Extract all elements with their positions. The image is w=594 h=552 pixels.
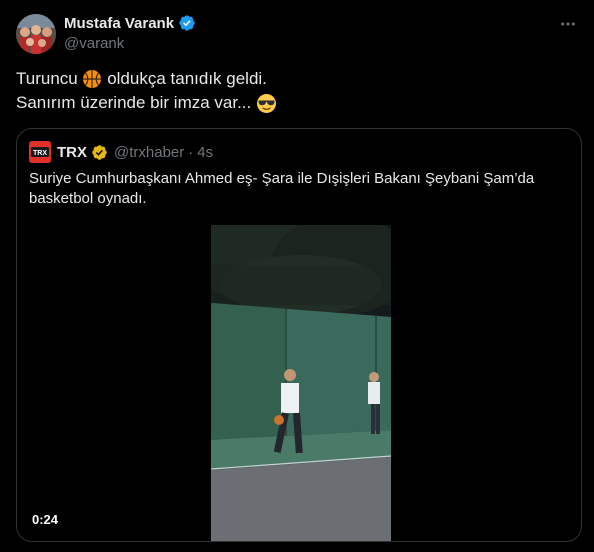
verified-badge-icon bbox=[178, 14, 196, 32]
more-icon bbox=[561, 22, 575, 26]
trx-logo-avatar[interactable]: TRX bbox=[29, 141, 51, 163]
video-frame-image bbox=[211, 225, 391, 541]
quoted-author-name[interactable]: TRX bbox=[57, 144, 87, 161]
tweet-text-part: oldukça tanıdık geldi. bbox=[102, 69, 267, 88]
video-duration: 0:24 bbox=[32, 512, 59, 527]
author-handle[interactable]: @varank bbox=[64, 35, 124, 52]
verified-gold-badge-icon bbox=[91, 144, 108, 161]
author-name[interactable]: Mustafa Varank bbox=[64, 15, 174, 32]
sunglasses-emoji-icon bbox=[256, 93, 277, 114]
tweet-text-part: Sanırım üzerinde bir imza var... bbox=[16, 93, 252, 112]
author-avatar[interactable] bbox=[16, 14, 56, 54]
tweet-text-part: Turuncu bbox=[16, 69, 83, 88]
video-player[interactable] bbox=[211, 225, 391, 541]
quoted-author-handle[interactable]: @trxhaber bbox=[114, 144, 184, 161]
tweet: Mustafa Varank @varank Turuncu oldukça t… bbox=[0, 0, 594, 552]
trx-logo-text: TRX bbox=[33, 150, 47, 157]
quoted-tweet-time[interactable]: 4s bbox=[197, 144, 213, 161]
separator-dot: · bbox=[188, 143, 194, 161]
quoted-tweet[interactable]: TRX TRX @trxhaber · 4s Suriye Cumhurbaşk… bbox=[16, 128, 582, 542]
quoted-tweet-text: Suriye Cumhurbaşkanı Ahmed eş- Şara ile … bbox=[29, 170, 535, 207]
basketball-emoji-icon bbox=[82, 69, 102, 89]
tweet-text: Turuncu oldukça tanıdık geldi. Sanırım ü… bbox=[16, 67, 576, 115]
author-name-row[interactable]: Mustafa Varank bbox=[64, 14, 196, 32]
more-options-button[interactable] bbox=[556, 14, 580, 34]
quoted-tweet-header: TRX TRX @trxhaber · 4s bbox=[29, 141, 213, 163]
